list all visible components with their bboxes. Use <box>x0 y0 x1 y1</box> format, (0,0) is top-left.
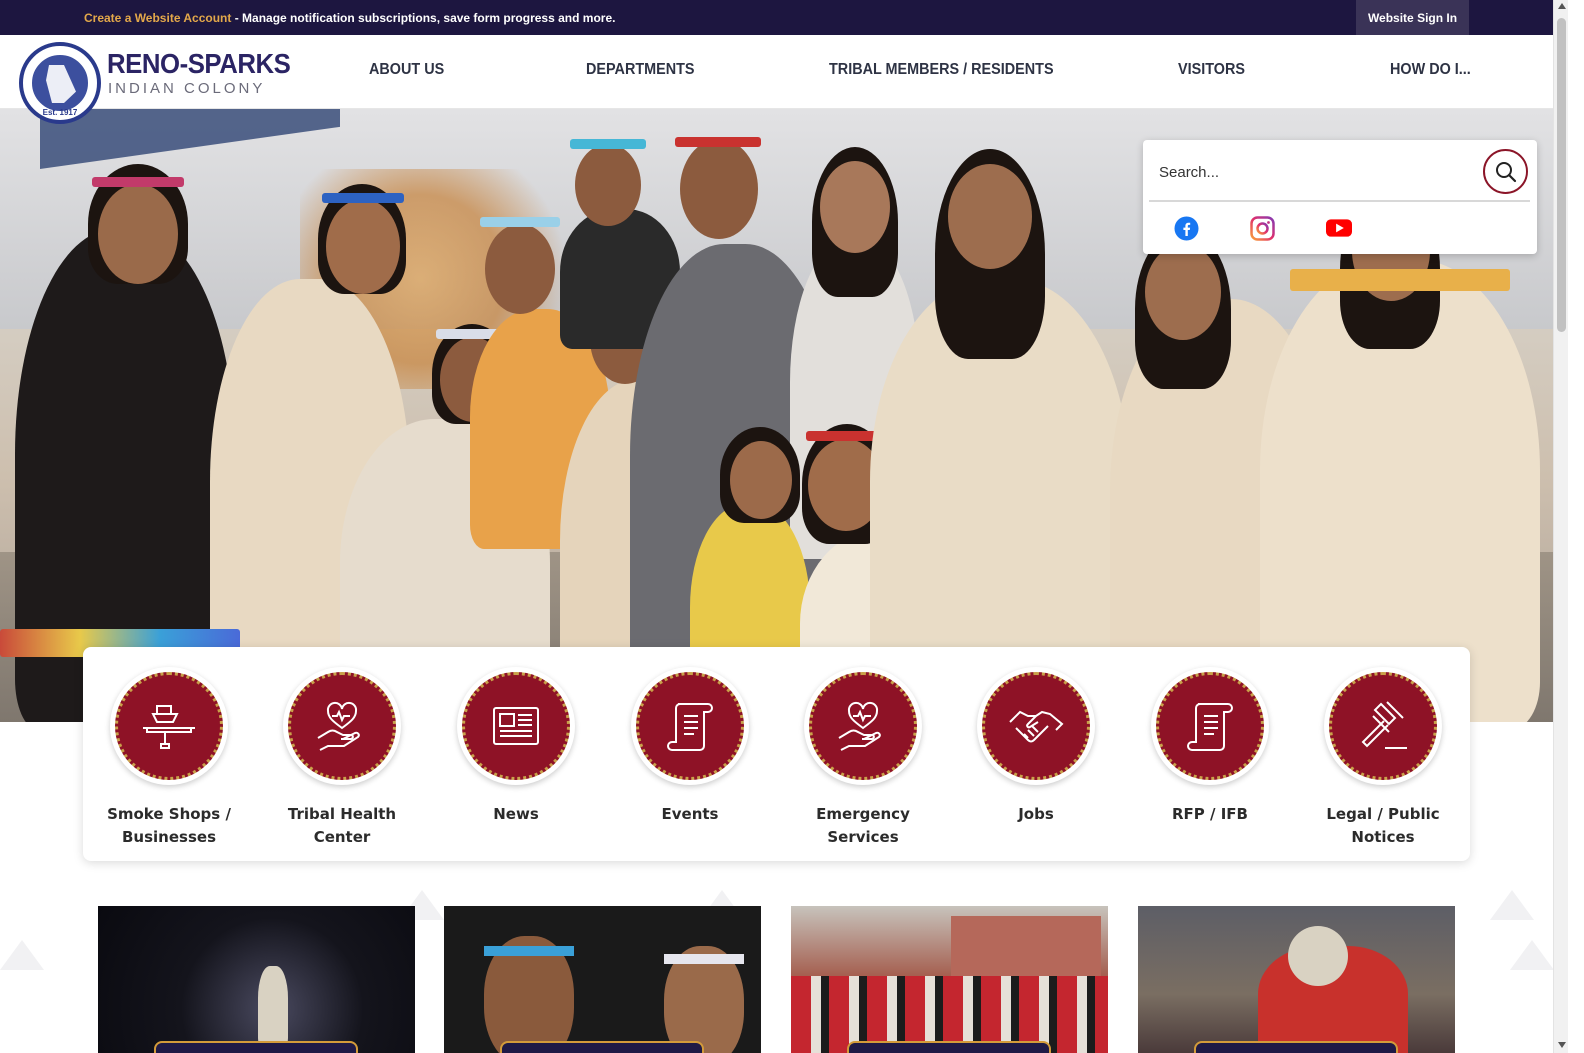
heart-hand-icon <box>838 701 881 751</box>
scroll-down-arrow-icon[interactable] <box>1558 1042 1566 1048</box>
quick-link-legal-public-notices[interactable]: Legal / Public Notices <box>1303 667 1463 849</box>
featured-card-label <box>154 1041 358 1053</box>
search-icon <box>1495 161 1516 182</box>
quick-link-circle <box>110 667 228 785</box>
quick-link-emergency-services[interactable]: Emergency Services <box>783 667 943 849</box>
quick-link-label: Smoke Shops / Businesses <box>107 805 231 846</box>
quick-link-circle <box>457 667 575 785</box>
quick-link-label: Legal / Public Notices <box>1326 805 1440 846</box>
quick-link-label: RFP / IFB <box>1172 805 1248 823</box>
nav-visitors[interactable]: VISITORS <box>1178 61 1245 79</box>
quick-link-circle <box>977 667 1095 785</box>
facebook-link[interactable] <box>1173 215 1199 241</box>
pipe-icon <box>143 705 195 749</box>
instagram-link[interactable] <box>1249 215 1275 241</box>
youtube-icon <box>1326 219 1352 237</box>
logo-subtitle[interactable]: INDIAN COLONY <box>108 80 265 97</box>
featured-card-4[interactable] <box>1138 906 1455 1053</box>
featured-card-1[interactable] <box>98 906 415 1053</box>
handshake-icon <box>1009 710 1064 743</box>
quick-link-label: Emergency Services <box>816 805 910 846</box>
quick-link-rfp-ifb[interactable]: RFP / IFB <box>1130 667 1290 826</box>
scroll-thumb[interactable] <box>1557 18 1566 332</box>
create-account-link[interactable]: Create a Website Account <box>84 11 231 25</box>
quick-link-label: Tribal Health Center <box>287 805 397 846</box>
site-header: Est. 1917 RENO-SPARKS INDIAN COLONY ABOU… <box>0 35 1553 124</box>
quick-link-tribal-health-center[interactable]: Tribal Health Center <box>262 667 422 849</box>
quick-link-events[interactable]: Events <box>610 667 770 826</box>
create-account-text: - Manage notification subscriptions, sav… <box>231 11 616 25</box>
featured-card-2[interactable] <box>444 906 761 1053</box>
scroll-up-arrow-icon[interactable] <box>1558 3 1566 9</box>
quick-link-jobs[interactable]: Jobs <box>956 667 1116 826</box>
nav-about-us[interactable]: ABOUT US <box>369 61 444 79</box>
search-panel: Search... <box>1143 140 1537 254</box>
youtube-link[interactable] <box>1326 215 1352 241</box>
quick-link-news[interactable]: News <box>436 667 596 826</box>
scroll-icon <box>1187 703 1233 751</box>
search-input[interactable]: Search... <box>1159 164 1219 181</box>
gavel-icon <box>1361 701 1407 749</box>
newspaper-icon <box>493 707 539 745</box>
logo-title[interactable]: RENO-SPARKS <box>107 48 291 80</box>
quick-link-circle <box>631 667 749 785</box>
quick-link-smoke-shops[interactable]: Smoke Shops / Businesses <box>89 667 249 849</box>
nav-departments[interactable]: DEPARTMENTS <box>586 61 695 79</box>
heart-hand-icon <box>317 701 360 751</box>
nav-tribal-members-residents[interactable]: TRIBAL MEMBERS / RESIDENTS <box>829 61 1054 79</box>
featured-card-label <box>500 1041 704 1053</box>
seal-est-text: Est. 1917 <box>42 108 78 117</box>
quick-link-circle <box>283 667 401 785</box>
nav-how-do-i[interactable]: HOW DO I... <box>1390 61 1471 79</box>
seal-emblem <box>30 53 90 113</box>
tribal-seal-logo[interactable]: Est. 1917 <box>19 42 101 124</box>
quick-links-panel: Smoke Shops / Businesses Tribal Health C… <box>83 647 1470 861</box>
facebook-icon <box>1174 216 1198 240</box>
create-account-message: Create a Website Account - Manage notifi… <box>84 11 615 25</box>
quick-link-circle <box>804 667 922 785</box>
featured-card-label <box>847 1041 1051 1053</box>
page-scrollbar[interactable] <box>1553 0 1568 1053</box>
quick-link-label: News <box>493 805 539 823</box>
featured-card-3[interactable] <box>791 906 1108 1053</box>
quick-link-label: Events <box>661 805 719 823</box>
top-utility-bar: Create a Website Account - Manage notifi… <box>0 0 1553 35</box>
featured-card-label <box>1194 1041 1398 1053</box>
quick-link-circle <box>1324 667 1442 785</box>
website-sign-in-button[interactable]: Website Sign In <box>1356 0 1469 35</box>
search-button[interactable] <box>1483 149 1528 194</box>
quick-link-circle <box>1151 667 1269 785</box>
scroll-icon <box>667 703 713 751</box>
search-underline <box>1149 200 1530 202</box>
instagram-icon <box>1249 215 1275 241</box>
quick-link-label: Jobs <box>1018 805 1054 823</box>
